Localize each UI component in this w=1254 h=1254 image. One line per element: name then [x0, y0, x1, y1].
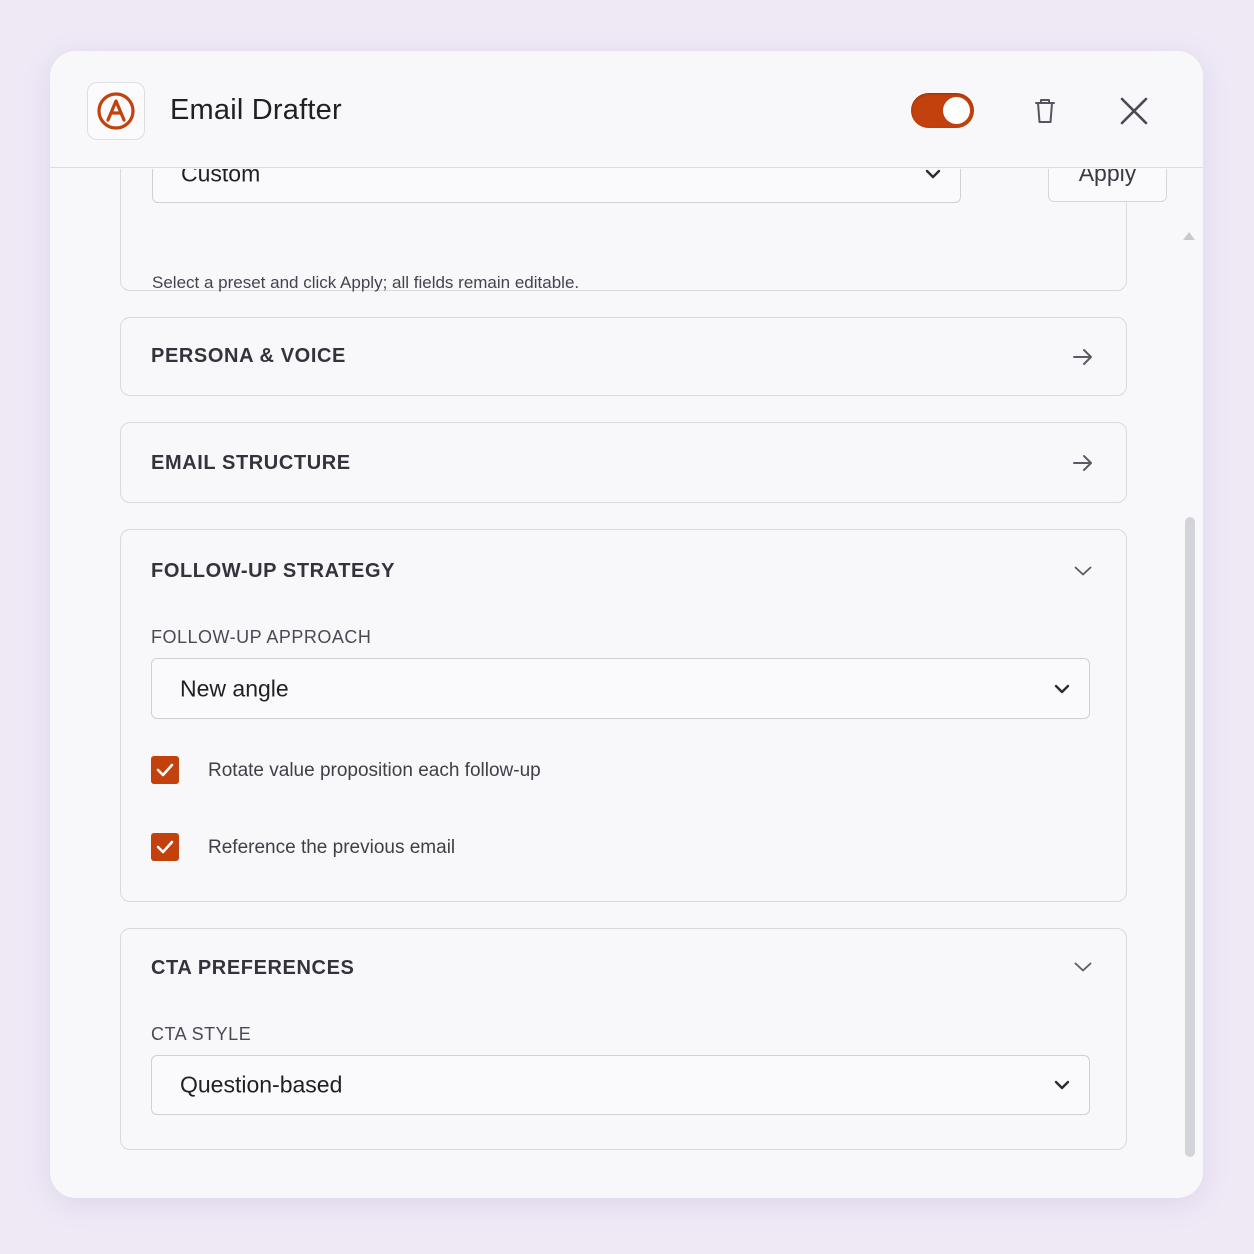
enable-toggle[interactable]	[911, 93, 974, 128]
scrollbar-thumb[interactable]	[1185, 517, 1195, 1157]
apply-button[interactable]: Apply	[1048, 169, 1167, 202]
section-title: EMAIL STRUCTURE	[151, 452, 351, 474]
preset-hint: Select a preset and click Apply; all fie…	[152, 273, 580, 292]
chevron-down-icon	[1054, 684, 1070, 693]
trash-icon[interactable]	[1032, 97, 1058, 125]
section-cta-preferences: CTA PREFERENCES CTA STYLE Question-based	[120, 928, 1127, 1150]
panel-title: Email Drafter	[170, 94, 342, 126]
chevron-down-icon[interactable]	[1074, 566, 1092, 576]
checkmark-icon	[156, 763, 174, 777]
arrow-right-icon	[1073, 349, 1092, 365]
rotate-value-label[interactable]: Rotate value proposition each follow-up	[208, 760, 541, 782]
cta-style-value: Question-based	[180, 1071, 343, 1098]
section-email-structure[interactable]: EMAIL STRUCTURE	[120, 422, 1127, 503]
follow-up-approach-select[interactable]: New angle	[151, 658, 1090, 719]
reference-previous-checkbox[interactable]	[151, 833, 179, 861]
reference-previous-label[interactable]: Reference the previous email	[208, 837, 455, 859]
chevron-down-icon[interactable]	[1074, 962, 1092, 972]
toggle-knob	[943, 97, 970, 124]
preset-select[interactable]: Custom	[152, 169, 961, 203]
close-icon[interactable]	[1118, 95, 1150, 127]
checkmark-icon	[156, 840, 174, 854]
chevron-down-icon	[925, 169, 941, 178]
scroll-up-arrow[interactable]	[1183, 232, 1195, 240]
section-persona-voice[interactable]: PERSONA & VOICE	[120, 317, 1127, 396]
logo-icon	[87, 82, 145, 140]
section-title[interactable]: FOLLOW-UP STRATEGY	[151, 560, 395, 583]
cta-style-label: CTA STYLE	[151, 1024, 252, 1044]
rotate-value-checkbox[interactable]	[151, 756, 179, 784]
section-follow-up-strategy: FOLLOW-UP STRATEGY FOLLOW-UP APPROACH Ne…	[120, 529, 1127, 902]
panel-header: Email Drafter	[50, 51, 1203, 168]
preset-card: Custom Apply Select a preset and click A…	[120, 169, 1167, 292]
preset-select-value: Custom	[181, 169, 261, 186]
section-title: PERSONA & VOICE	[151, 345, 346, 367]
email-drafter-window: Email Drafter Custom Apply Select a pres…	[50, 51, 1203, 1198]
arrow-right-icon	[1073, 455, 1092, 471]
chevron-down-icon	[1054, 1080, 1070, 1090]
follow-up-approach-value: New angle	[180, 675, 289, 701]
section-title[interactable]: CTA PREFERENCES	[151, 957, 354, 980]
cta-style-select[interactable]: Question-based	[151, 1055, 1090, 1115]
settings-scroll-area[interactable]: Custom Apply Select a preset and click A…	[50, 169, 1203, 1198]
follow-up-approach-label: FOLLOW-UP APPROACH	[151, 627, 372, 647]
